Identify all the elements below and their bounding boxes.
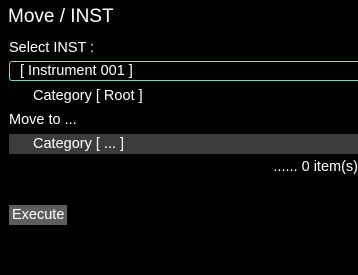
item-count: ...... 0 item(s): [273, 159, 358, 175]
move-inst-screen: Move / INST Select INST : [ Instrument 0…: [0, 0, 358, 275]
instrument-selector[interactable]: [ Instrument 001 ]: [9, 61, 358, 81]
source-category-label: Category [ Root ]: [33, 88, 143, 104]
execute-button[interactable]: Execute: [9, 205, 68, 225]
page-title: Move / INST: [8, 6, 114, 27]
move-to-label: Move to ...: [9, 112, 77, 128]
destination-category-value: Category [ ... ]: [33, 136, 125, 152]
destination-category-selector[interactable]: Category [ ... ]: [9, 134, 358, 154]
instrument-value: [ Instrument 001 ]: [20, 63, 133, 79]
select-inst-label: Select INST :: [9, 40, 95, 56]
